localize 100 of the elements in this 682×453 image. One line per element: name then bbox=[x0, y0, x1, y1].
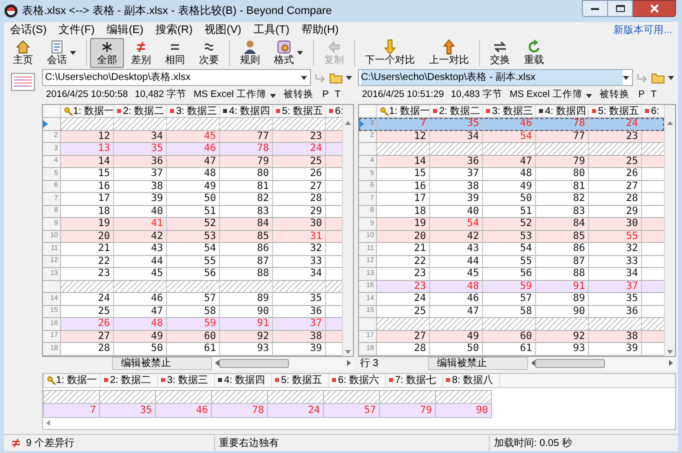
current-row-icon bbox=[43, 120, 48, 128]
column-header[interactable]: 4: 数据四 bbox=[536, 105, 589, 117]
table-cell: 36 bbox=[114, 156, 167, 167]
toolbar-button[interactable]: 相同 bbox=[158, 38, 192, 68]
column-header[interactable]: 1: 数据一 bbox=[44, 374, 101, 386]
swap-icon bbox=[492, 39, 508, 55]
table-cell: 23 bbox=[61, 268, 114, 280]
column-header[interactable]: 4: 数据四 bbox=[220, 105, 273, 117]
converted-label: 被转换 bbox=[599, 88, 630, 102]
table-cell: 93 bbox=[536, 343, 589, 354]
table-cell: 15 bbox=[377, 168, 430, 180]
table-cell: 47 bbox=[483, 156, 536, 167]
table-cell: 48 bbox=[114, 318, 167, 330]
table-cell: 23 bbox=[589, 130, 642, 142]
menu-item[interactable]: 帮助(H) bbox=[301, 22, 339, 38]
column-header[interactable]: 8: 数据八 bbox=[443, 374, 500, 386]
marker-icon bbox=[117, 109, 121, 113]
row-header[interactable] bbox=[359, 318, 377, 330]
marker-icon bbox=[276, 109, 280, 113]
table-cell: 22 bbox=[61, 256, 114, 267]
row-header[interactable] bbox=[359, 143, 377, 154]
column-header[interactable]: 3: 数据三 bbox=[158, 374, 215, 386]
column-header[interactable]: 4: 数据四 bbox=[215, 374, 272, 386]
key-icon bbox=[380, 106, 389, 116]
toolbar-button[interactable]: 下一个对比 bbox=[358, 38, 422, 68]
return-arrow-icon bbox=[314, 72, 326, 84]
menu-item[interactable]: 工具(T) bbox=[253, 22, 290, 38]
table-cell: 38 bbox=[589, 330, 642, 342]
minimize-button[interactable] bbox=[582, 0, 608, 17]
table-cell: 25 bbox=[377, 306, 430, 317]
column-header[interactable]: 5: 数据五 bbox=[272, 374, 329, 386]
table-cell: 25 bbox=[589, 156, 642, 167]
table-cell: 35 bbox=[114, 143, 167, 154]
table-cell: 18 bbox=[61, 206, 114, 217]
path-field[interactable]: C:\Users\echo\Desktop\表格 - 副本.xlsx bbox=[358, 69, 633, 86]
flag-label: T bbox=[334, 88, 341, 102]
toolbar-button[interactable]: 差别 bbox=[124, 38, 158, 68]
horizontal-scrollbar[interactable] bbox=[528, 356, 676, 370]
menu-item[interactable]: 视图(V) bbox=[204, 22, 242, 38]
person-icon bbox=[242, 39, 258, 55]
column-header[interactable]: 2: 数据二 bbox=[430, 105, 483, 117]
format-dropdown[interactable]: MS Excel 工作簿 bbox=[194, 88, 276, 103]
table-cell: 35 bbox=[430, 118, 483, 130]
table-cell: 47 bbox=[430, 306, 483, 317]
current-row-icon bbox=[359, 120, 364, 128]
table-cell: 58 bbox=[483, 306, 536, 317]
update-link[interactable]: 新版本可用... bbox=[614, 22, 672, 38]
scroll-up-icon bbox=[345, 121, 351, 125]
table-cell: 87 bbox=[220, 256, 273, 267]
table-cell: 17 bbox=[61, 193, 114, 204]
close-button[interactable] bbox=[633, 0, 676, 17]
row-header[interactable] bbox=[43, 280, 61, 292]
table-cell: 14 bbox=[377, 156, 430, 167]
horizontal-scrollbar[interactable] bbox=[212, 356, 354, 370]
column-header[interactable]: 7: 数据七 bbox=[386, 374, 443, 386]
maximize-button[interactable] bbox=[608, 0, 633, 17]
table-cell: 36 bbox=[273, 306, 326, 317]
table-cell: 52 bbox=[167, 218, 220, 230]
row-header[interactable] bbox=[43, 118, 61, 130]
caret-icon bbox=[70, 51, 76, 55]
return-arrow-icon bbox=[636, 72, 648, 84]
toolbar-button[interactable]: 交换 bbox=[483, 38, 517, 68]
table-cell: 19 bbox=[377, 218, 430, 230]
menu-item[interactable]: 搜索(R) bbox=[155, 22, 193, 38]
table-cell: 79 bbox=[379, 404, 436, 418]
path-field[interactable]: C:\Users\echo\Desktop\表格.xlsx bbox=[42, 69, 311, 86]
caret-icon bbox=[270, 94, 276, 98]
column-header[interactable]: 6: 数据六 bbox=[329, 374, 386, 386]
toolbar-button[interactable]: 次要 bbox=[192, 38, 226, 68]
table-cell: 53 bbox=[167, 230, 220, 242]
toolbar-button[interactable]: 重载 bbox=[517, 38, 551, 68]
toolbar-button[interactable]: 全部 bbox=[90, 38, 124, 68]
marker-icon bbox=[446, 378, 450, 382]
table-cell: 54 bbox=[483, 130, 536, 142]
table-cell: 34 bbox=[273, 268, 326, 280]
vertical-scrollbar[interactable] bbox=[664, 105, 675, 356]
toolbar-button[interactable]: 规则 bbox=[233, 38, 267, 68]
toolbar-button[interactable]: 格式 bbox=[267, 38, 310, 68]
column-header[interactable]: 5: 数据五 bbox=[273, 105, 326, 117]
column-header[interactable]: 3: 数据三 bbox=[483, 105, 536, 117]
column-header[interactable]: 5: 数据五 bbox=[589, 105, 642, 117]
table-cell: 26 bbox=[273, 168, 326, 180]
table-cell: 46 bbox=[155, 404, 212, 418]
vertical-scrollbar[interactable] bbox=[342, 105, 353, 356]
menu-item[interactable]: 编辑(E) bbox=[106, 22, 144, 38]
column-header[interactable]: 3: 数据三 bbox=[167, 105, 220, 117]
menu-item[interactable]: 会话(S) bbox=[10, 22, 47, 38]
column-header[interactable]: 2: 数据二 bbox=[114, 105, 167, 117]
table-cell: 18 bbox=[377, 206, 430, 217]
table-cell: 78 bbox=[211, 404, 268, 418]
table-cell: 27 bbox=[61, 330, 114, 342]
toolbar-button[interactable]: 主页 bbox=[6, 38, 40, 68]
column-header[interactable]: 2: 数据二 bbox=[101, 374, 158, 386]
menu-item[interactable]: 文件(F) bbox=[58, 22, 95, 38]
table-cell: 28 bbox=[273, 193, 326, 204]
table-cell: 41 bbox=[114, 218, 167, 230]
format-dropdown[interactable]: MS Excel 工作簿 bbox=[510, 88, 592, 103]
toolbar-button[interactable]: 上一对比 bbox=[422, 38, 476, 68]
toolbar-button[interactable]: 会话 bbox=[40, 38, 83, 68]
table-cell: 47 bbox=[167, 156, 220, 167]
